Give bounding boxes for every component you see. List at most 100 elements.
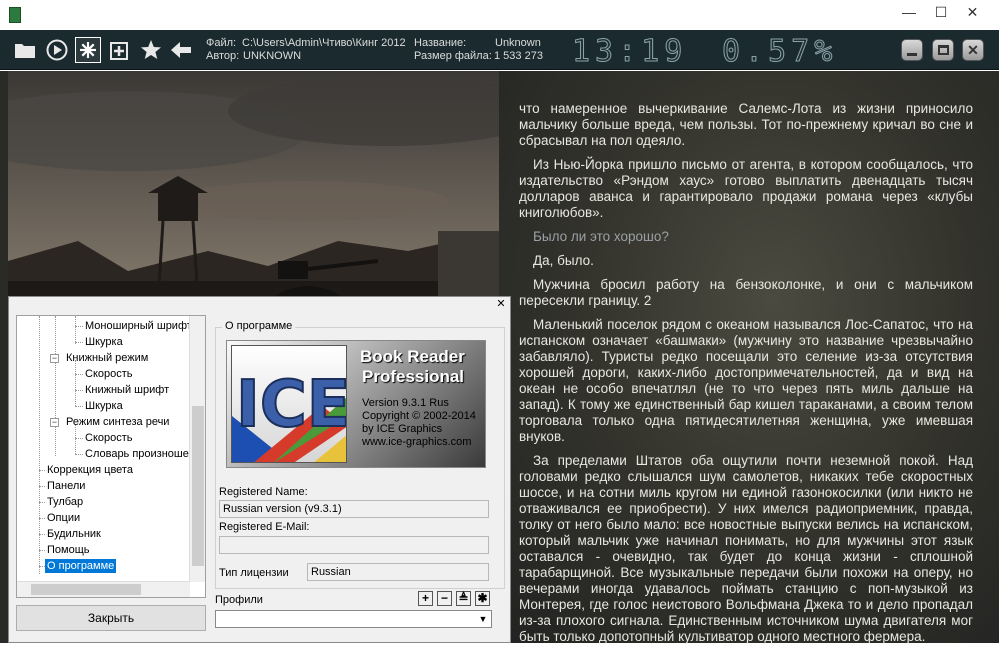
copyright-text: Copyright © 2002-2014 (362, 410, 476, 422)
profiles-dropdown[interactable]: ▼ (215, 610, 492, 628)
product-logo: ICE Book Reader Professional Version 9.3… (226, 340, 486, 468)
tree-connector-line (75, 360, 76, 406)
book-text: что намеренное вычеркивание Салемс-Лота … (519, 101, 973, 653)
tree-item[interactable]: Моноширный шрифт (85, 319, 192, 333)
clock-display: 13:19 (571, 34, 688, 70)
book-paragraph: что намеренное вычеркивание Салемс-Лота … (519, 101, 973, 148)
tree-connector-line (75, 454, 83, 455)
skin-close-button[interactable]: ✕ (962, 39, 984, 61)
file-size-label: Размер файла: (414, 50, 492, 62)
tree-item[interactable]: Скорость (85, 431, 133, 445)
dialog-close-icon[interactable]: ✕ (495, 299, 507, 311)
book-paragraph: Было ли это хорошо? (533, 229, 669, 244)
ice-logo-text: ICE (236, 368, 347, 442)
title-label: Название: (414, 37, 467, 49)
tree-connector-line (75, 390, 83, 391)
tree-item[interactable]: Панели (47, 479, 85, 493)
tree-item[interactable]: Коррекция цвета (47, 463, 133, 477)
tree-connector-line (39, 470, 45, 471)
collapse-icon[interactable]: − (50, 418, 59, 427)
registered-email-field (219, 536, 489, 554)
book-paragraph: Да, было. (533, 253, 594, 268)
tree-item[interactable]: Будильник (47, 527, 101, 541)
logo-title-line2: Professional (362, 367, 465, 386)
registered-name-label: Registered Name: (219, 486, 308, 498)
tree-item-selected[interactable]: О программе (45, 559, 117, 573)
profiles-label: Профили (215, 594, 263, 606)
tree-connector-line (39, 550, 45, 551)
folder-icon[interactable] (12, 37, 38, 63)
tree-connector-line (39, 486, 45, 487)
tree-item[interactable]: Опции (47, 511, 80, 525)
settings-dialog: ✕ Моноширный шрифт Шкурка − Книжный режи… (8, 296, 511, 643)
tree-connector-line (39, 316, 40, 574)
tree-connector-line (75, 316, 76, 344)
back-arrow-icon[interactable] (168, 37, 194, 63)
tree-horizontal-scrollbar[interactable] (17, 581, 190, 597)
tree-item[interactable]: Словарь произношени (85, 447, 201, 461)
license-type-label: Тип лицензии (219, 567, 289, 579)
registered-email-label: Registered E-Mail: (219, 521, 310, 533)
close-window-button[interactable]: ✕ (946, 0, 999, 24)
save-profile-button[interactable]: ≜ (456, 591, 471, 606)
file-path: C:\Users\Admin\Чтиво\Кинг 2012 (242, 37, 406, 49)
author-label: Автор: (206, 50, 240, 62)
tree-connector-line (75, 374, 83, 375)
ice-logo: ICE (231, 345, 347, 463)
progress-display: 0.57% (721, 34, 838, 70)
add-profile-button[interactable]: + (418, 591, 433, 606)
settings-icon[interactable] (75, 37, 101, 63)
star-icon[interactable] (138, 37, 164, 63)
title-value: Unknown (495, 37, 541, 49)
toolbar: Файл: C:\Users\Admin\Чтиво\Кинг 2012 Авт… (0, 30, 999, 70)
tree-connector-line (75, 438, 83, 439)
tree-connector-line (39, 518, 45, 519)
tree-connector-line (55, 316, 56, 456)
version-text: Version 9.3.1 Rus (362, 397, 449, 409)
settings-tree: Моноширный шрифт Шкурка − Книжный режим … (16, 315, 206, 598)
logo-title-line1: Book Reader (360, 347, 465, 366)
book-paragraph: Маленький поселок рядом с океаном называ… (519, 317, 973, 444)
file-label: Файл: (206, 37, 237, 49)
tree-item[interactable]: Режим синтеза речи (66, 415, 169, 429)
tree-connector-line (39, 534, 45, 535)
tree-item[interactable]: Книжный режим (66, 351, 148, 365)
about-legend: О программе (222, 320, 296, 332)
title-bar: — ☐ ✕ (0, 0, 999, 30)
tree-connector-line (39, 502, 45, 503)
add-bookmark-icon[interactable] (107, 37, 133, 63)
tree-item[interactable]: Скорость (85, 367, 133, 381)
close-icon: ✕ (967, 41, 979, 58)
minimize-icon (907, 52, 917, 56)
play-icon[interactable] (44, 37, 70, 63)
book-paragraph: Из Нью-Йорка пришло письмо от агента, в … (519, 157, 973, 220)
tree-item[interactable]: Шкурка (85, 335, 123, 349)
book-paragraph: За пределами Штатов оба ощутили почти не… (519, 453, 973, 644)
skin-minimize-button[interactable] (901, 39, 923, 61)
tree-vertical-scrollbar[interactable] (189, 316, 205, 582)
maximize-icon (937, 45, 949, 55)
scrollbar-thumb[interactable] (31, 584, 141, 595)
close-dialog-button[interactable]: Закрыть (16, 605, 206, 631)
tree-item[interactable]: Тулбар (47, 495, 83, 509)
tree-connector-line (75, 342, 83, 343)
tree-item[interactable]: Книжный шрифт (85, 383, 169, 397)
chevron-down-icon[interactable]: ▼ (475, 611, 491, 627)
about-group: О программе ICE Book Reader Professional… (215, 320, 505, 589)
scrollbar-thumb[interactable] (192, 406, 204, 566)
tree-connector-line (75, 326, 83, 327)
app-icon (9, 7, 21, 23)
book-paragraph: Мужчина бросил работу на бензоколонке, и… (519, 277, 973, 308)
tree-item[interactable]: Помощь (47, 543, 90, 557)
collapse-icon[interactable]: − (50, 354, 59, 363)
book-page[interactable]: что намеренное вычеркивание Салемс-Лота … (499, 71, 999, 644)
tree-connector-line (75, 406, 83, 407)
remove-profile-button[interactable]: − (437, 591, 452, 606)
company-text: by ICE Graphics (362, 423, 443, 435)
profile-settings-button[interactable]: ✱ (475, 591, 490, 606)
registered-name-field: Russian version (v9.3.1) (219, 500, 489, 518)
website-text: www.ice-graphics.com (362, 436, 472, 448)
license-type-field: Russian (307, 563, 489, 581)
tree-item[interactable]: Шкурка (85, 399, 123, 413)
skin-maximize-button[interactable] (932, 39, 954, 61)
